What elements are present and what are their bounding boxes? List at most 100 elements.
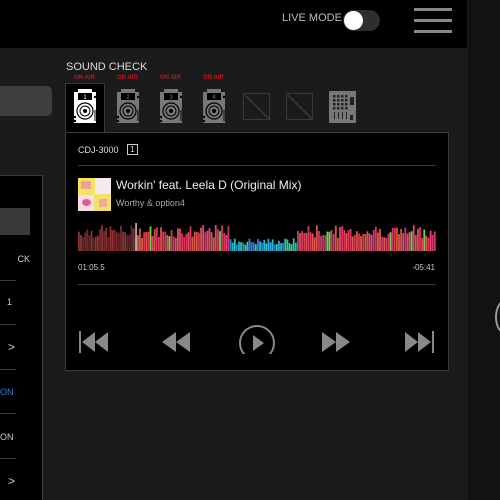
waveform-bar	[162, 231, 165, 251]
waveform-bar	[214, 225, 217, 251]
waveform-bar	[166, 235, 169, 251]
waveform-bar	[160, 227, 162, 251]
waveform-bar	[410, 231, 413, 251]
waveform-bar	[149, 226, 152, 251]
cdj-deck-4-icon[interactable]: 4	[200, 88, 228, 124]
waveform-bar	[216, 229, 219, 251]
waveform-bar	[189, 226, 192, 251]
waveform-bar	[288, 243, 291, 251]
waveform-bar	[391, 227, 394, 251]
waveform-bar	[423, 229, 426, 251]
waveform-bar	[406, 233, 409, 251]
waveform-bar	[307, 225, 310, 251]
waveform-bar	[341, 226, 344, 251]
cdj-deck-3-icon[interactable]: 3	[157, 88, 185, 124]
on-air-label: ON AIR	[203, 75, 224, 81]
waveform-bar	[126, 234, 129, 251]
left-search-field[interactable]	[0, 86, 52, 116]
fast-forward-icon[interactable]	[321, 327, 353, 357]
waveform-bar	[158, 236, 160, 251]
left-list-header	[0, 208, 30, 235]
left-row[interactable]: CK	[0, 254, 30, 264]
waveform-bar	[118, 232, 120, 251]
chevron-right-icon[interactable]: >	[0, 340, 15, 354]
waveform-bar	[263, 239, 266, 251]
waveform-bar	[366, 231, 369, 251]
waveform-bar	[132, 228, 135, 251]
waveform-bar	[206, 230, 209, 251]
waveform-bar	[387, 233, 390, 251]
waveform-bar	[273, 244, 276, 251]
waveform-bar	[238, 241, 240, 251]
waveform-bar	[421, 237, 424, 251]
mixer-icon[interactable]	[329, 91, 356, 123]
waveform-bar	[233, 238, 236, 251]
waveform-bar	[82, 236, 84, 251]
on-air-label: ON AIR	[117, 75, 138, 81]
skip-forward-icon[interactable]	[404, 327, 436, 357]
divider	[0, 458, 16, 459]
waveform-bar	[155, 227, 158, 251]
waveform-bar	[105, 227, 108, 251]
waveform-bar	[130, 225, 133, 251]
rewind-icon[interactable]	[161, 327, 193, 357]
left-row-active[interactable]: ON	[0, 387, 14, 397]
waveform-bar	[248, 238, 251, 251]
waveform-bar	[212, 237, 215, 251]
waveform-bar	[254, 244, 257, 251]
waveform-bar	[427, 237, 430, 251]
waveform-bar	[370, 234, 373, 251]
waveform-bar	[170, 229, 173, 251]
waveform-bar	[280, 243, 282, 251]
waveform-bar	[269, 242, 272, 251]
cdj-deck-2-icon[interactable]: 2	[114, 88, 142, 124]
waveform-bar	[246, 241, 249, 251]
left-row[interactable]: 1	[0, 297, 12, 307]
waveform[interactable]	[78, 223, 436, 251]
waveform-bar	[294, 242, 297, 251]
left-row[interactable]: ON	[0, 432, 14, 442]
skip-back-icon[interactable]	[78, 327, 110, 357]
play-icon[interactable]	[238, 324, 276, 354]
waveform-bar	[353, 234, 356, 251]
waveform-bar	[419, 227, 421, 251]
hamburger-menu-icon[interactable]	[414, 8, 452, 36]
empty-deck-slot[interactable]	[286, 93, 314, 121]
waveform-bar	[320, 235, 322, 251]
waveform-bar	[362, 233, 365, 251]
waveform-bar	[358, 233, 360, 251]
waveform-bar	[379, 228, 381, 251]
waveform-bar	[429, 230, 432, 251]
waveform-bar	[347, 230, 350, 251]
waveform-bar	[408, 232, 411, 251]
waveform-bar	[145, 232, 148, 251]
left-settings-list: CK 1 > ON ON >	[0, 175, 43, 500]
waveform-bar	[328, 231, 331, 251]
waveform-bar	[313, 237, 316, 251]
live-mode-toggle[interactable]	[343, 10, 380, 31]
knob-icon[interactable]	[495, 300, 500, 334]
waveform-bar	[360, 236, 362, 251]
waveform-bar	[322, 234, 325, 251]
waveform-bar	[187, 232, 190, 251]
waveform-bar	[374, 226, 377, 251]
waveform-bar	[297, 230, 299, 251]
waveform-bar	[292, 238, 295, 251]
waveform-bar	[99, 229, 101, 251]
playhead-marker[interactable]	[135, 223, 137, 251]
waveform-bar	[351, 236, 354, 251]
waveform-bar	[368, 233, 371, 251]
waveform-bar	[143, 232, 146, 251]
waveform-bar	[303, 233, 306, 251]
waveform-bar	[164, 231, 167, 251]
chevron-right-icon[interactable]: >	[0, 474, 15, 488]
cdj-deck-1-icon[interactable]: 1	[71, 88, 99, 124]
empty-deck-slot[interactable]	[243, 93, 271, 121]
waveform-bar	[200, 227, 202, 251]
waveform-bar	[433, 231, 436, 251]
waveform-bar	[290, 244, 293, 251]
waveform-bar	[191, 236, 194, 251]
waveform-bar	[115, 232, 118, 251]
sound-check-title: SOUND CHECK	[66, 61, 148, 73]
waveform-bar	[185, 234, 188, 251]
